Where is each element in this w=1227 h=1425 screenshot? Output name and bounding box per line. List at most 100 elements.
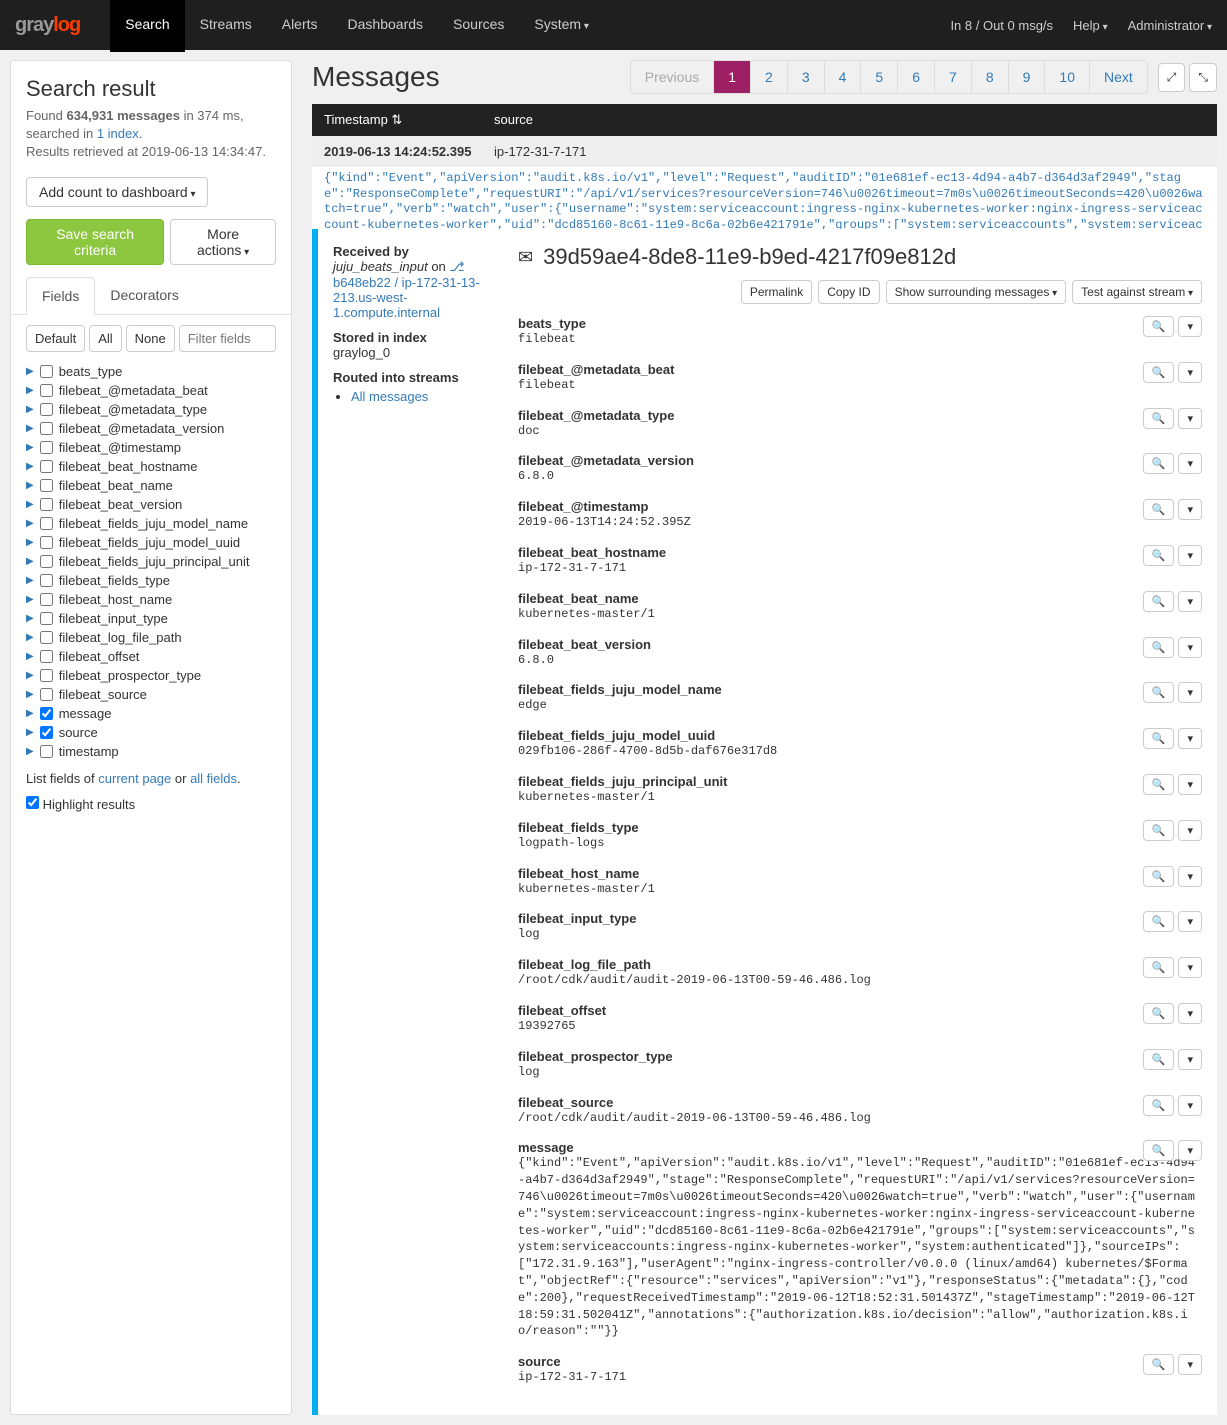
expand-field-icon[interactable]: ▶ <box>26 404 34 415</box>
search-field-icon[interactable]: 🔍 <box>1143 682 1175 703</box>
field-dropdown-icon[interactable]: ▾ <box>1178 362 1202 383</box>
filter-none-button[interactable]: None <box>126 325 175 352</box>
current-page-link[interactable]: current page <box>98 771 171 786</box>
tab-fields[interactable]: Fields <box>26 277 95 315</box>
field-checkbox[interactable] <box>40 612 53 625</box>
field-checkbox[interactable] <box>40 669 53 682</box>
search-field-icon[interactable]: 🔍 <box>1143 911 1175 932</box>
search-field-icon[interactable]: 🔍 <box>1143 1003 1175 1024</box>
page-3[interactable]: 3 <box>788 61 825 93</box>
message-row-header[interactable]: 2019-06-13 14:24:52.395 ip-172-31-7-171 <box>312 136 1217 167</box>
collapse-icon[interactable]: ⤡ <box>1189 63 1217 92</box>
search-field-icon[interactable]: 🔍 <box>1143 820 1175 841</box>
field-checkbox[interactable] <box>40 726 53 739</box>
index-link[interactable]: 1 index <box>97 126 139 141</box>
search-field-icon[interactable]: 🔍 <box>1143 408 1175 429</box>
field-checkbox[interactable] <box>40 441 53 454</box>
expand-field-icon[interactable]: ▶ <box>26 480 34 491</box>
search-field-icon[interactable]: 🔍 <box>1143 957 1175 978</box>
tab-decorators[interactable]: Decorators <box>95 277 193 314</box>
field-dropdown-icon[interactable]: ▾ <box>1178 682 1202 703</box>
field-checkbox[interactable] <box>40 422 53 435</box>
expand-field-icon[interactable]: ▶ <box>26 518 34 529</box>
expand-field-icon[interactable]: ▶ <box>26 423 34 434</box>
expand-field-icon[interactable]: ▶ <box>26 594 34 605</box>
expand-field-icon[interactable]: ▶ <box>26 442 34 453</box>
search-field-icon[interactable]: 🔍 <box>1143 316 1175 337</box>
field-dropdown-icon[interactable]: ▾ <box>1178 774 1202 795</box>
page-2[interactable]: 2 <box>751 61 788 93</box>
search-field-icon[interactable]: 🔍 <box>1143 1354 1175 1375</box>
field-checkbox[interactable] <box>40 536 53 549</box>
field-checkbox[interactable] <box>40 365 53 378</box>
field-dropdown-icon[interactable]: ▾ <box>1178 728 1202 749</box>
more-actions-button[interactable]: More actions <box>170 219 276 265</box>
search-field-icon[interactable]: 🔍 <box>1143 499 1175 520</box>
copy-id-button[interactable]: Copy ID <box>818 280 879 304</box>
field-checkbox[interactable] <box>40 498 53 511</box>
filter-all-button[interactable]: All <box>89 325 121 352</box>
highlight-results-toggle[interactable]: Highlight results <box>26 797 135 812</box>
field-dropdown-icon[interactable]: ▾ <box>1178 866 1202 887</box>
expand-field-icon[interactable]: ▶ <box>26 670 34 681</box>
save-search-criteria-button[interactable]: Save search criteria <box>26 219 164 265</box>
expand-field-icon[interactable]: ▶ <box>26 727 34 738</box>
field-dropdown-icon[interactable]: ▾ <box>1178 453 1202 474</box>
field-checkbox[interactable] <box>40 707 53 720</box>
search-field-icon[interactable]: 🔍 <box>1143 1095 1175 1116</box>
search-field-icon[interactable]: 🔍 <box>1143 1049 1175 1070</box>
expand-field-icon[interactable]: ▶ <box>26 556 34 567</box>
expand-field-icon[interactable]: ▶ <box>26 499 34 510</box>
nav-item-streams[interactable]: Streams <box>185 0 267 52</box>
page-6[interactable]: 6 <box>898 61 935 93</box>
field-dropdown-icon[interactable]: ▾ <box>1178 957 1202 978</box>
nav-item-system[interactable]: System <box>519 0 604 52</box>
page-10[interactable]: 10 <box>1045 61 1090 93</box>
expand-field-icon[interactable]: ▶ <box>26 689 34 700</box>
search-field-icon[interactable]: 🔍 <box>1143 774 1175 795</box>
expand-field-icon[interactable]: ▶ <box>26 461 34 472</box>
expand-icon[interactable]: ⤢ <box>1158 63 1186 92</box>
all-fields-link[interactable]: all fields <box>190 771 237 786</box>
page-8[interactable]: 8 <box>972 61 1009 93</box>
field-checkbox[interactable] <box>40 593 53 606</box>
expand-field-icon[interactable]: ▶ <box>26 746 34 757</box>
expand-field-icon[interactable]: ▶ <box>26 575 34 586</box>
nav-item-sources[interactable]: Sources <box>438 0 519 52</box>
expand-field-icon[interactable]: ▶ <box>26 708 34 719</box>
field-dropdown-icon[interactable]: ▾ <box>1178 637 1202 658</box>
test-against-stream-button[interactable]: Test against stream <box>1072 280 1202 304</box>
page-4[interactable]: 4 <box>825 61 862 93</box>
filter-default-button[interactable]: Default <box>26 325 85 352</box>
nav-item-search[interactable]: Search <box>110 0 184 52</box>
column-source[interactable]: source <box>494 112 533 128</box>
field-checkbox[interactable] <box>40 384 53 397</box>
page-7[interactable]: 7 <box>935 61 972 93</box>
field-dropdown-icon[interactable]: ▾ <box>1178 1095 1202 1116</box>
column-timestamp[interactable]: Timestamp ⇅ <box>324 112 494 128</box>
search-field-icon[interactable]: 🔍 <box>1143 453 1175 474</box>
search-field-icon[interactable]: 🔍 <box>1143 362 1175 383</box>
surrounding-messages-button[interactable]: Show surrounding messages <box>886 280 1067 304</box>
field-checkbox[interactable] <box>40 631 53 644</box>
field-checkbox[interactable] <box>40 517 53 530</box>
search-field-icon[interactable]: 🔍 <box>1143 1140 1175 1161</box>
field-dropdown-icon[interactable]: ▾ <box>1178 1049 1202 1070</box>
admin-menu[interactable]: Administrator <box>1128 18 1212 33</box>
search-field-icon[interactable]: 🔍 <box>1143 866 1175 887</box>
page-9[interactable]: 9 <box>1009 61 1046 93</box>
expand-field-icon[interactable]: ▶ <box>26 385 34 396</box>
add-to-dashboard-button[interactable]: Add count to dashboard <box>26 177 208 207</box>
search-field-icon[interactable]: 🔍 <box>1143 728 1175 749</box>
expand-field-icon[interactable]: ▶ <box>26 537 34 548</box>
field-checkbox[interactable] <box>40 460 53 473</box>
filter-fields-input[interactable] <box>179 325 276 352</box>
expand-field-icon[interactable]: ▶ <box>26 651 34 662</box>
search-field-icon[interactable]: 🔍 <box>1143 545 1175 566</box>
field-checkbox[interactable] <box>40 479 53 492</box>
expand-field-icon[interactable]: ▶ <box>26 613 34 624</box>
field-dropdown-icon[interactable]: ▾ <box>1178 1354 1202 1375</box>
field-dropdown-icon[interactable]: ▾ <box>1178 911 1202 932</box>
field-checkbox[interactable] <box>40 574 53 587</box>
field-dropdown-icon[interactable]: ▾ <box>1178 1003 1202 1024</box>
